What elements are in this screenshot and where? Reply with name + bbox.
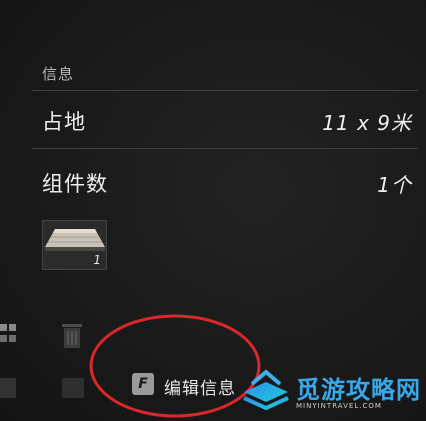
component-item-count: 1: [93, 253, 101, 267]
box-icon[interactable]: [60, 376, 86, 404]
box-icon[interactable]: [0, 376, 22, 404]
watermark-text: 觅游攻略网: [296, 376, 421, 404]
f-key-icon[interactable]: F: [132, 373, 154, 395]
site-logo-icon: [243, 369, 289, 411]
info-panel: 信息 占地 11 x 9米 组件数 1个 1 F 编辑信息 觅游攻略网 MINY…: [0, 0, 426, 421]
divider: [32, 90, 418, 91]
watermark-subtext: MINYINTRAVEL.COM: [296, 402, 382, 410]
component-count-label: 组件数: [42, 172, 108, 196]
grid-icon[interactable]: [0, 322, 18, 350]
trash-icon[interactable]: [60, 322, 84, 354]
edit-info-button[interactable]: 编辑信息: [164, 374, 236, 399]
section-title: 信息: [42, 65, 75, 83]
divider: [32, 148, 418, 149]
component-item-card[interactable]: 1: [42, 220, 107, 270]
footprint-value: 11 x 9米: [322, 111, 412, 135]
watermark: 觅游攻略网 MINYINTRAVEL.COM: [238, 362, 424, 420]
footprint-label: 占地: [42, 110, 86, 134]
component-count-value: 1个: [377, 173, 412, 197]
